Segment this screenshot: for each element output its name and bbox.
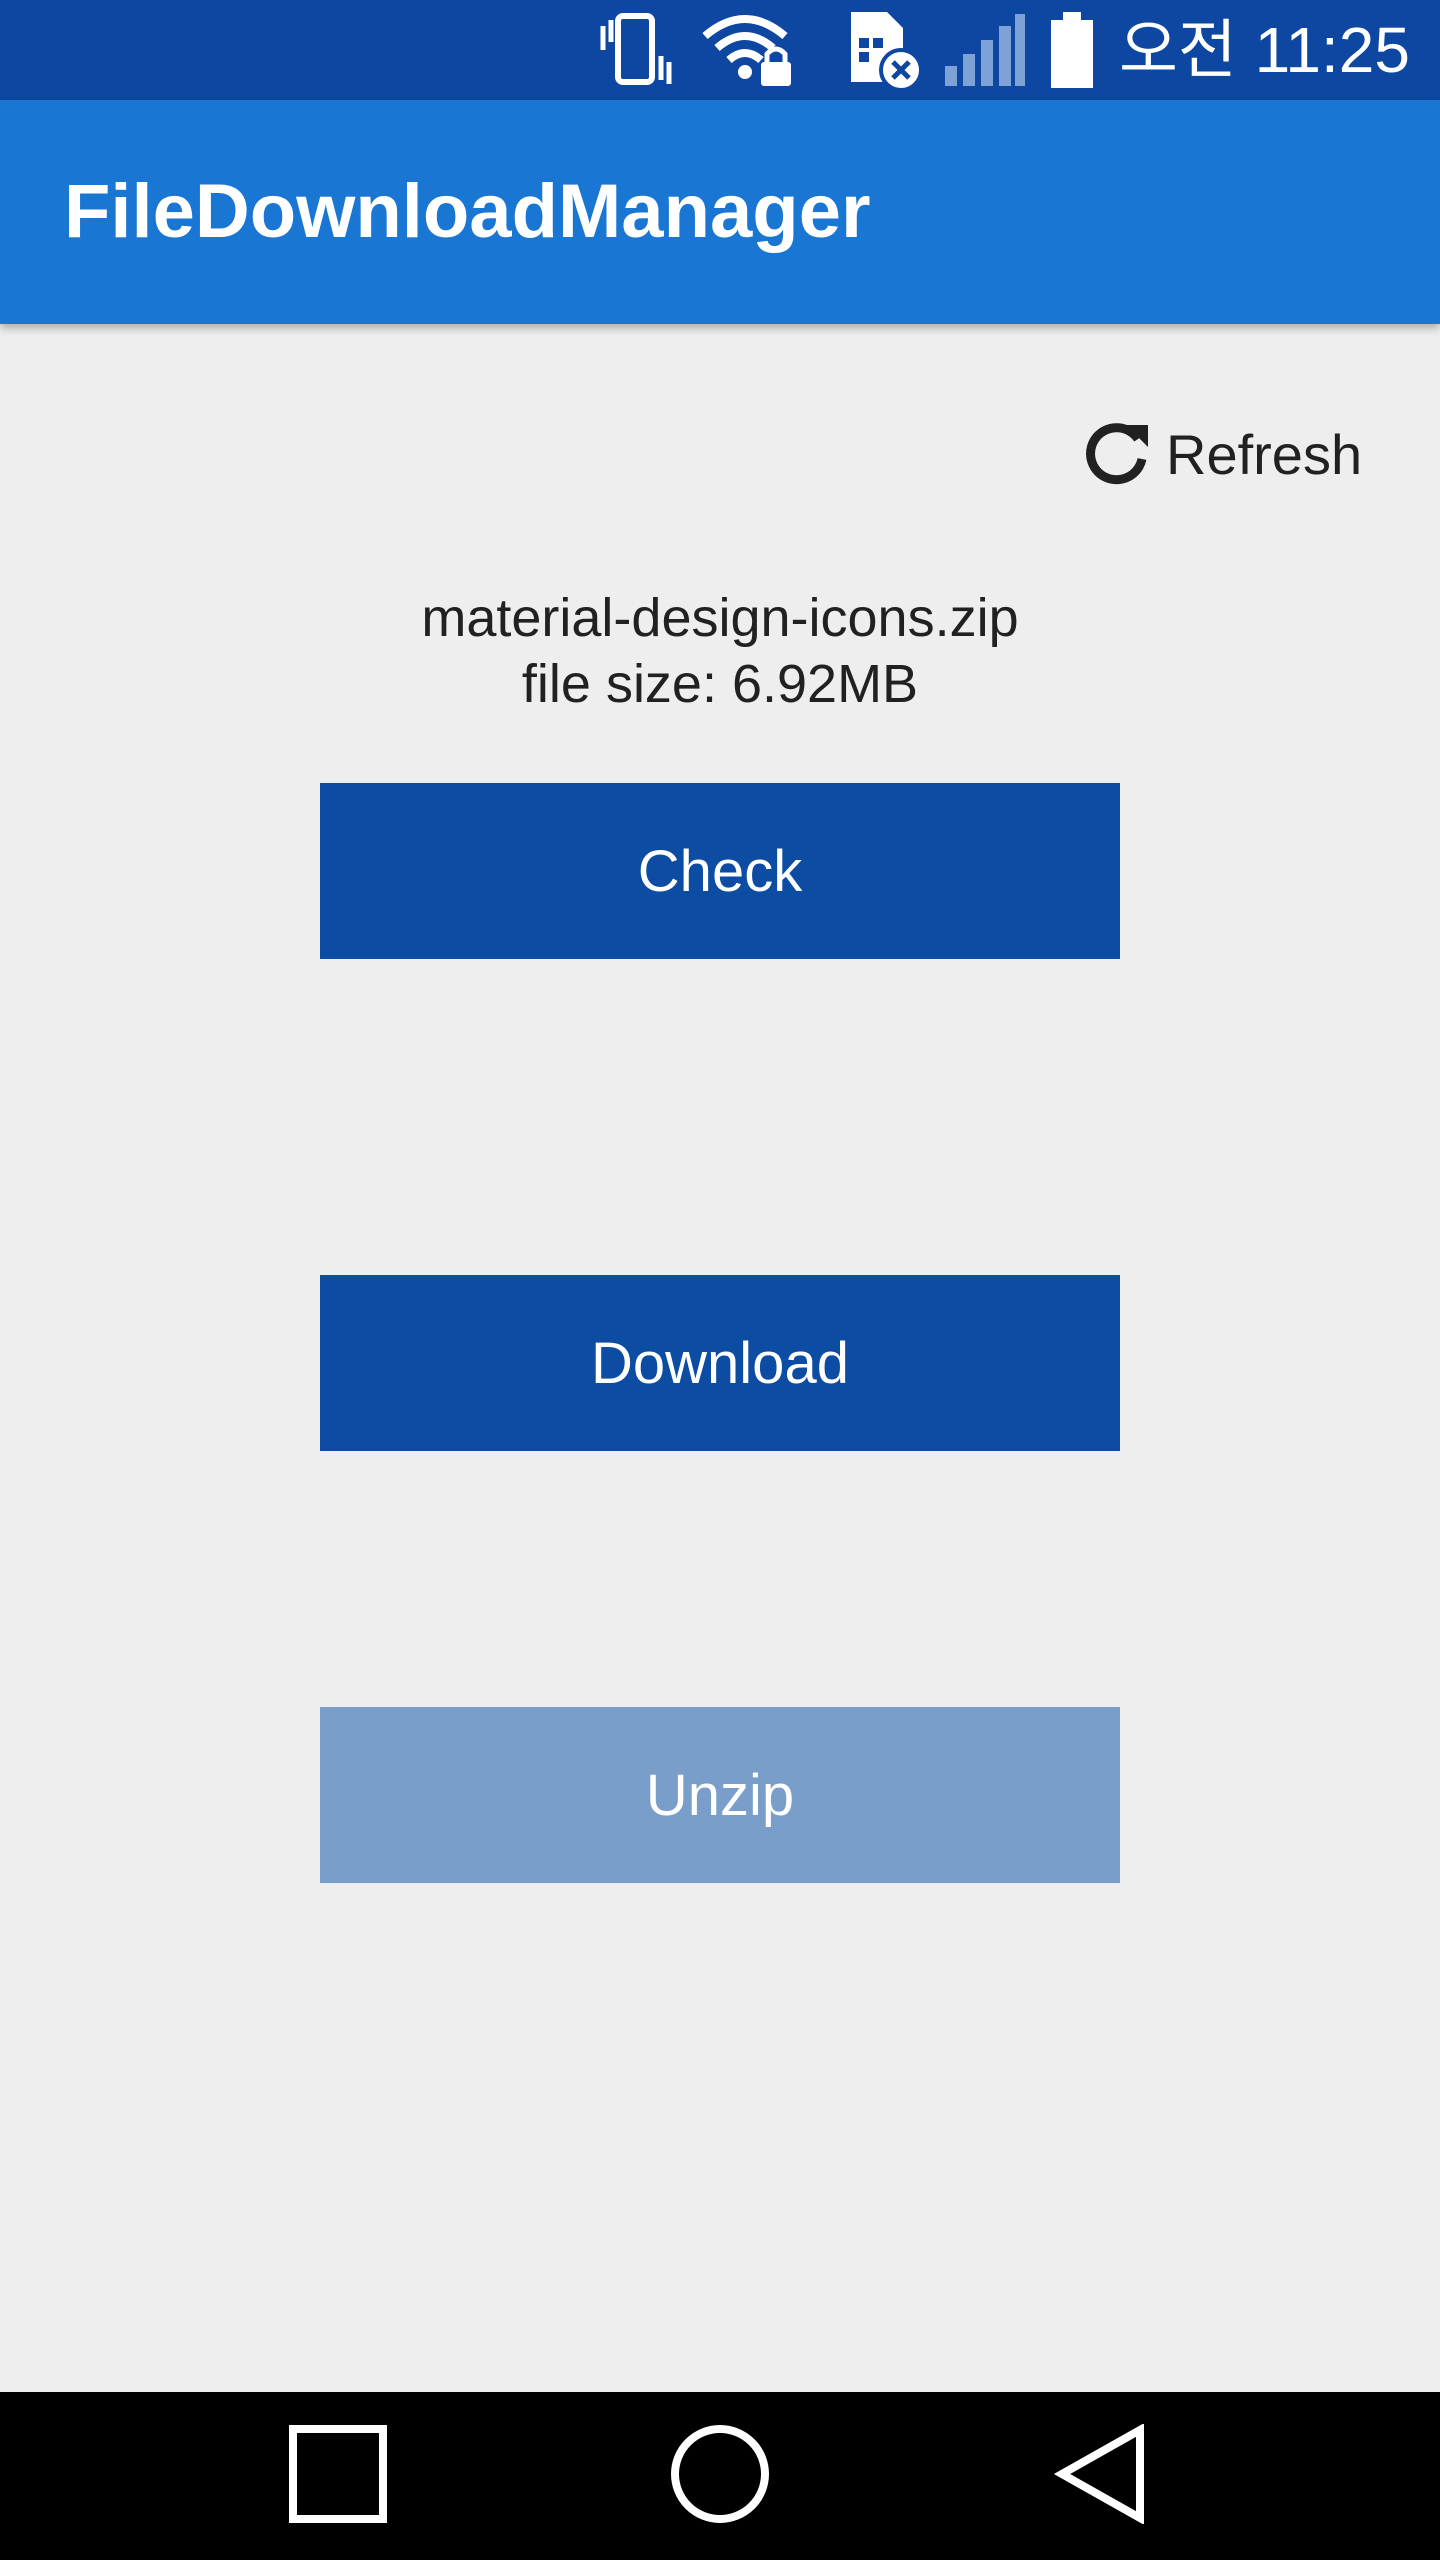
refresh-label: Refresh: [1166, 422, 1363, 486]
signal-icon: [943, 0, 1027, 100]
recents-button[interactable]: [218, 2392, 458, 2560]
back-button[interactable]: [982, 2392, 1222, 2560]
app-screen: 오전 11:25 FileDownloadManager Refresh mat…: [0, 0, 1440, 2560]
unzip-button[interactable]: Unzip: [320, 1707, 1120, 1883]
navigation-bar: [0, 2392, 1440, 2560]
home-icon: [670, 2424, 770, 2529]
sim-error-icon: [843, 0, 924, 100]
vibrate-icon: [591, 0, 681, 100]
refresh-button[interactable]: Refresh: [1080, 404, 1362, 504]
refresh-icon: [1080, 417, 1154, 491]
back-icon: [1052, 2422, 1152, 2529]
check-button[interactable]: Check: [320, 783, 1120, 959]
battery-icon: [1047, 0, 1097, 100]
download-button[interactable]: Download: [320, 1275, 1120, 1451]
recents-icon: [288, 2424, 388, 2529]
file-name: material-design-icons.zip: [421, 588, 1019, 648]
home-button[interactable]: [600, 2392, 840, 2560]
file-size: file size: 6.92MB: [521, 654, 919, 714]
app-title: FileDownloadManager: [64, 169, 871, 254]
app-bar: FileDownloadManager: [0, 100, 1440, 324]
status-bar: 오전 11:25: [0, 0, 1440, 100]
file-info: material-design-icons.zip file size: 6.9…: [0, 585, 1440, 717]
wifi-lock-icon: [701, 0, 797, 100]
status-time: 오전 11:25: [1119, 14, 1410, 86]
